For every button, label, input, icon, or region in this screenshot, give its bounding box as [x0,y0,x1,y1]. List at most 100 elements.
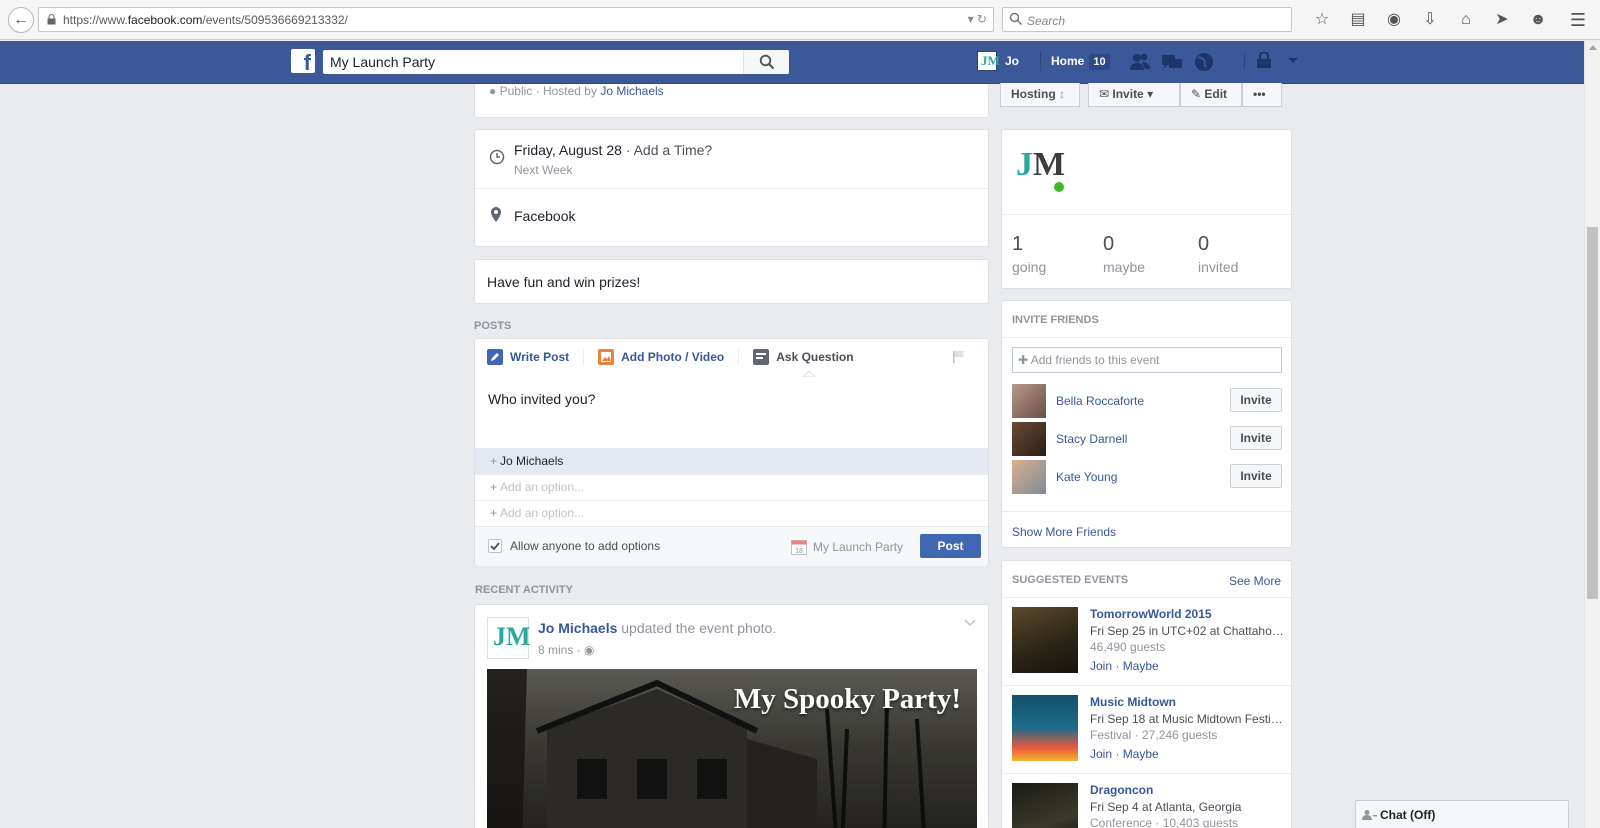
event-thumbnail[interactable] [1012,783,1078,828]
home-icon[interactable]: ⌂ [1448,8,1484,32]
event-title-link[interactable]: TomorrowWorld 2015 [1090,607,1212,621]
invite-friend-button[interactable]: Invite [1230,426,1282,450]
reading-list-icon[interactable]: ▤ [1340,8,1376,32]
story-timestamp[interactable]: 8 mins · ◉ [538,643,595,657]
more-options-button[interactable]: ••• [1242,83,1282,107]
reload-icon[interactable]: ▾ ↻ [968,12,987,26]
post-button[interactable]: Post [920,534,981,558]
page-scrollbar[interactable] [1584,41,1600,828]
tab-ask-question[interactable]: Ask Question [753,349,867,365]
notifications-globe-icon[interactable] [1193,52,1215,72]
hamburger-menu-icon[interactable]: ☰ [1566,8,1590,32]
facebook-search-input[interactable] [323,50,743,74]
event-thumbnail[interactable] [1012,607,1078,673]
pencil-icon [487,349,503,365]
event-cover-photo[interactable]: My Spooky Party! [487,669,977,828]
guest-stats-card: JM 1 going 0 maybe 0 invited [1001,129,1292,289]
invite-friends-title: INVITE FRIENDS [1012,314,1099,326]
globe-icon: ● [489,84,497,98]
recent-activity-label: RECENT ACTIVITY [475,584,573,596]
plus-icon: ✚ [1018,353,1029,367]
home-link[interactable]: Home 10 [1040,51,1110,71]
home-count-badge: 10 [1089,54,1110,70]
friend-row: Stacy Darnell Invite [1012,422,1282,456]
add-friends-input[interactable]: ✚ Add friends to this event [1012,347,1282,373]
friend-name-link[interactable]: Stacy Darnell [1056,432,1127,446]
avatar[interactable] [1012,384,1046,418]
pocket-icon[interactable]: ◉ [1376,8,1412,32]
back-arrow-icon[interactable]: ← [8,7,34,33]
avatar: JM [977,51,1000,71]
cover-photo-title: My Spooky Party! [733,683,961,715]
event-thumbnail[interactable] [1012,695,1078,761]
event-location: Facebook [514,208,576,224]
suggested-event: Music Midtown Fri Sep 18 at Music Midtow… [1002,686,1291,774]
profile-link[interactable]: JM Jo [977,51,1019,71]
smiley-icon[interactable]: ☻ [1520,8,1556,32]
invite-friend-button[interactable]: Invite [1230,388,1282,412]
invite-button[interactable]: ✉ Invite ▾ [1088,83,1180,107]
avatar[interactable] [1012,422,1046,456]
poll-option-input[interactable]: + Add an option... [475,474,988,500]
address-bar[interactable]: https://www.facebook.com/events/50953666… [38,7,994,32]
bookmark-star-icon[interactable]: ☆ [1304,8,1340,32]
show-more-friends-link[interactable]: Show More Friends [1012,525,1116,539]
going-stat[interactable]: 1 going [1012,233,1046,275]
poll-option[interactable]: + Jo Michaels [475,448,988,474]
maybe-link[interactable]: Maybe [1123,747,1159,761]
see-more-link[interactable]: See More [1229,574,1281,588]
suggested-events-title: SUGGESTED EVENTS [1012,574,1129,586]
host-link[interactable]: Jo Michaels [600,84,663,98]
maybe-link[interactable]: Maybe [1123,659,1159,673]
maybe-stat[interactable]: 0 maybe [1103,233,1145,275]
event-relative-date: Next Week [514,163,573,177]
event-details-card: Friday, August 28 · Add a Time? Next Wee… [474,129,989,247]
scrollbar-thumb[interactable] [1587,227,1598,599]
question-text[interactable]: Who invited you? [488,391,595,407]
hosting-button[interactable]: Hosting ↕ [1000,83,1080,107]
post-composer: Write Post Add Photo / Video Ask Questio… [474,338,989,566]
friend-name-link[interactable]: Bella Roccaforte [1056,394,1144,408]
add-time-link[interactable]: · Add a Time? [626,142,712,158]
flag-icon[interactable] [952,350,966,364]
share-icon[interactable]: ➤ [1484,8,1520,32]
account-menu-chevron-down-icon[interactable] [1287,57,1299,65]
facebook-logo-icon[interactable]: f [291,49,315,75]
event-date: Friday, August 28 · Add a Time? [514,142,713,158]
search-icon [759,54,775,70]
messages-icon[interactable] [1161,52,1183,72]
browser-search-field[interactable]: Search [1002,7,1292,32]
author-link[interactable]: Jo Michaels [538,620,617,636]
host-avatar[interactable]: JM [1014,144,1066,194]
invited-stat[interactable]: 0 invited [1198,233,1238,275]
privacy-shortcuts-icon[interactable] [1255,52,1275,70]
download-icon[interactable]: ⇩ [1412,8,1448,32]
facebook-search [323,50,789,74]
chat-sidebar-toggle[interactable]: Chat (Off) [1355,800,1569,828]
edit-button[interactable]: ✎ Edit [1180,83,1242,107]
chevron-down-icon[interactable] [964,619,976,627]
story-title: Jo Michaels updated the event photo. [538,620,777,636]
allow-options-checkbox[interactable] [488,539,502,553]
facebook-header: f JM Jo Home10 [0,41,1584,84]
invite-friend-button[interactable]: Invite [1230,464,1282,488]
tab-write-post[interactable]: Write Post [487,349,585,365]
event-title-link[interactable]: Dragoncon [1090,783,1153,797]
checkmark-icon [490,542,500,551]
join-link[interactable]: Join [1090,747,1112,761]
join-link[interactable]: Join [1090,659,1112,673]
invite-friends-card: INVITE FRIENDS ✚ Add friends to this eve… [1001,300,1292,548]
posts-section-label: POSTS [474,320,512,332]
question-list-icon [753,349,770,365]
friend-requests-icon[interactable] [1129,52,1151,72]
poll-option-input[interactable]: + Add an option... [475,500,988,526]
tab-add-photo-video[interactable]: Add Photo / Video [598,349,740,365]
avatar[interactable]: JM [487,617,531,659]
friend-name-link[interactable]: Kate Young [1056,470,1117,484]
online-status-icon [1052,180,1066,194]
activity-story: JM Jo Michaels updated the event photo. … [474,604,989,828]
avatar[interactable] [1012,460,1046,494]
event-title-link[interactable]: Music Midtown [1090,695,1176,709]
scroll-up-arrow-icon[interactable] [1589,45,1597,50]
search-button[interactable] [743,50,789,74]
